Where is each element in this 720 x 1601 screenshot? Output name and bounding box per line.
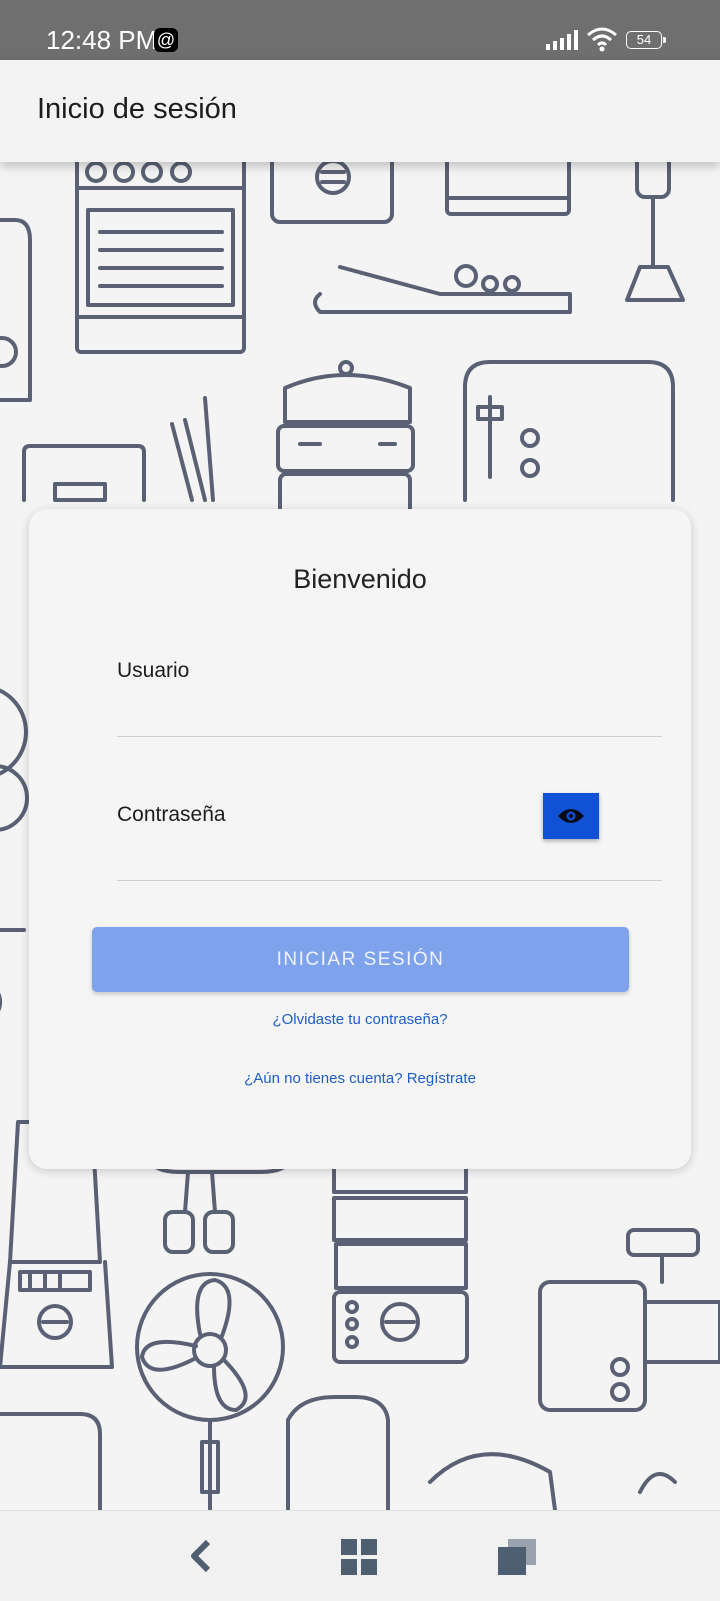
fan-doodle xyxy=(135,1272,285,1510)
username-underline xyxy=(117,736,662,737)
page-title: Inicio de sesión xyxy=(37,93,237,125)
app-bar: Inicio de sesión xyxy=(0,60,720,162)
recents-icon[interactable] xyxy=(498,1539,536,1575)
card-title: Bienvenido xyxy=(293,564,427,594)
login-card: Bienvenido Usuario Contraseña INICIAR SE… xyxy=(29,509,691,1169)
username-input[interactable] xyxy=(117,667,541,729)
wifi-icon xyxy=(587,27,617,52)
pan-doodle xyxy=(0,688,29,1012)
password-underline xyxy=(117,880,662,881)
jar-doodle xyxy=(0,1395,677,1510)
status-bar: 12:48 PM @ 54 xyxy=(0,0,720,60)
home-icon[interactable] xyxy=(341,1539,377,1575)
back-icon[interactable] xyxy=(186,1539,214,1573)
tray-doodle xyxy=(445,162,571,216)
kettle-doodle xyxy=(0,218,32,402)
signal-icon xyxy=(546,30,578,50)
threads-icon: @ xyxy=(154,28,178,52)
eye-icon xyxy=(558,809,584,823)
steamer-doodle xyxy=(276,360,415,521)
battery-icon: 54 xyxy=(626,31,666,49)
status-time: 12:48 PM xyxy=(46,25,158,55)
toaster-doodle xyxy=(270,162,394,224)
login-button[interactable]: INICIAR SESIÓN xyxy=(92,927,629,992)
grinder-doodle xyxy=(538,1228,720,1412)
oven-doodle xyxy=(75,162,246,354)
straightener-doodle xyxy=(313,264,572,314)
board-doodle xyxy=(22,444,146,502)
password-input[interactable] xyxy=(117,811,541,873)
toggle-password-visibility-button[interactable] xyxy=(543,793,599,839)
navigation-bar xyxy=(0,1510,720,1601)
register-link[interactable]: ¿Aún no tienes cuenta? Regístrate xyxy=(29,1070,691,1087)
hand-blender-doodle xyxy=(625,162,685,302)
chopsticks-doodle xyxy=(170,396,215,502)
steamer-stack-doodle xyxy=(332,1150,469,1364)
forgot-password-link[interactable]: ¿Olvidaste tu contraseña? xyxy=(29,1011,691,1028)
fridge-doodle xyxy=(463,360,675,502)
